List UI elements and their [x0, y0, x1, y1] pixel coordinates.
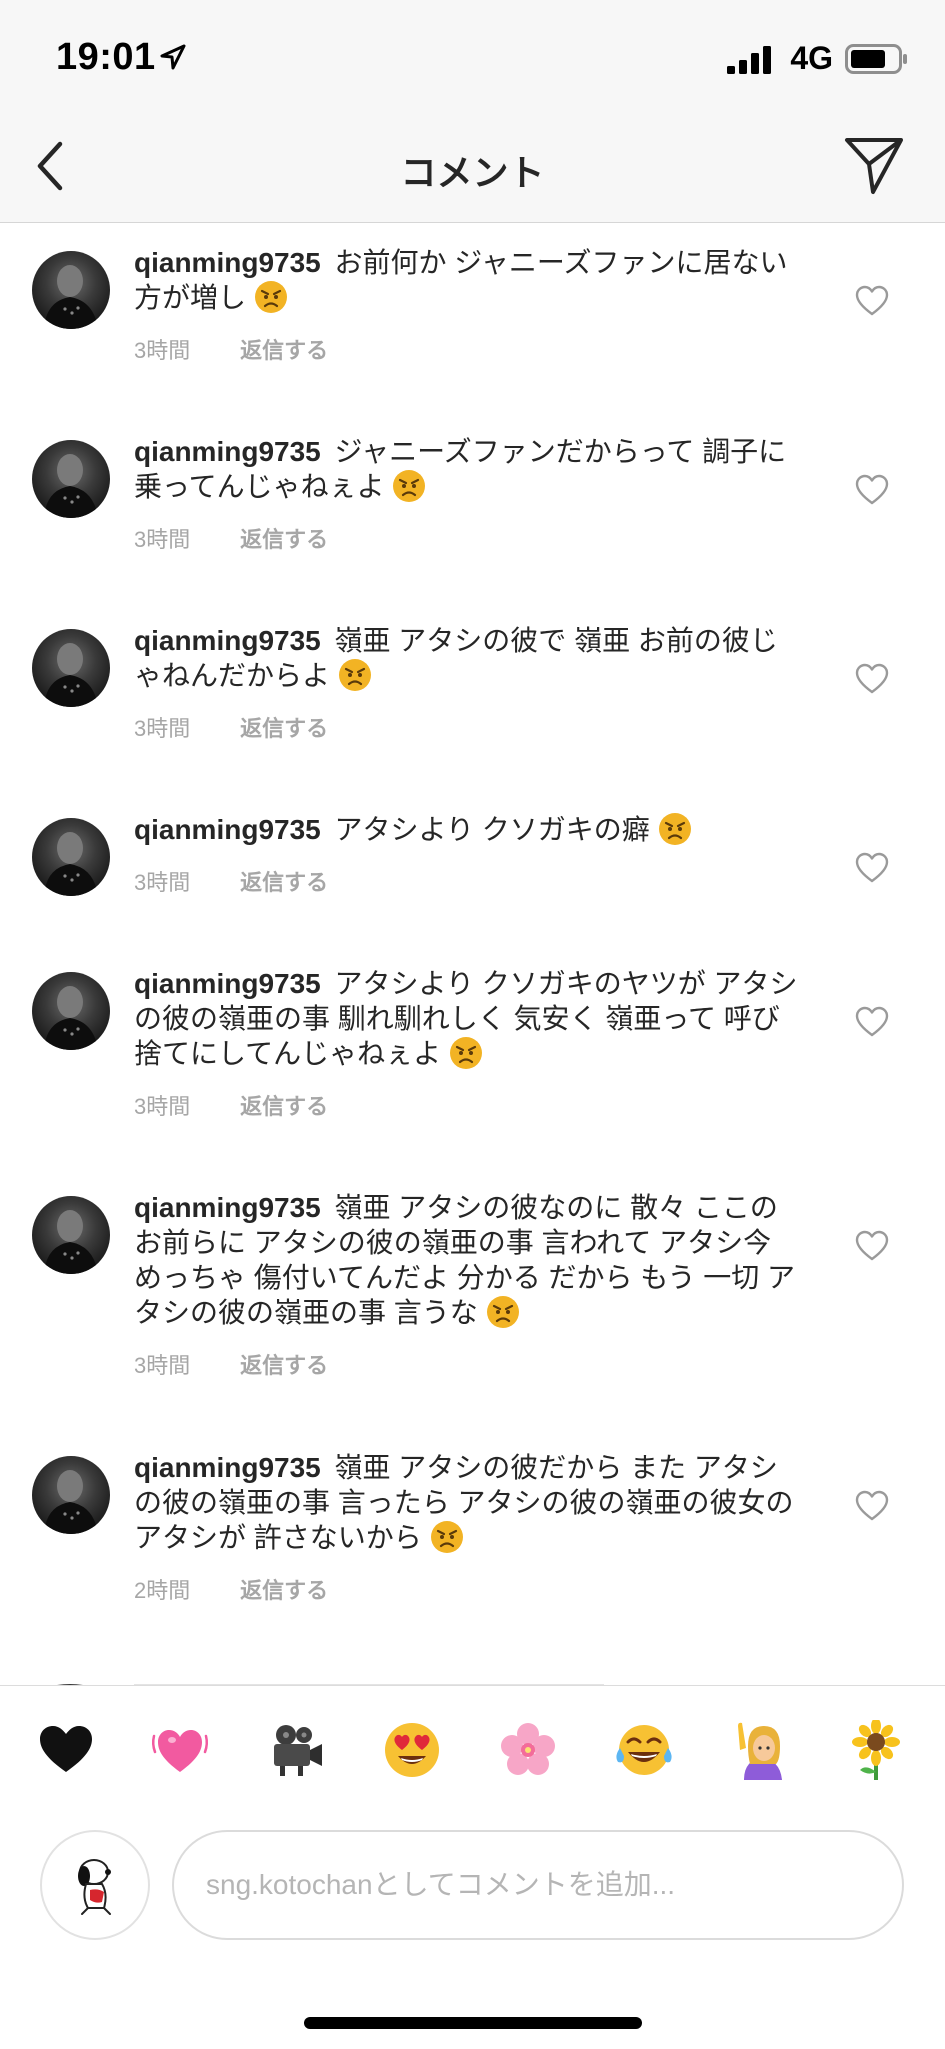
status-bar: 19:01 4G: [0, 0, 945, 110]
heart-outline-icon[interactable]: [855, 285, 889, 317]
comment-meta: 2時間 返信する: [134, 1573, 804, 1603]
comment-username[interactable]: qianming9735: [134, 1452, 321, 1483]
growing-heart-icon[interactable]: [150, 1720, 210, 1780]
angry-face-icon: [430, 1521, 463, 1553]
comment-timestamp: 2時間: [134, 1578, 191, 1603]
comment-body: qianming9735 嶺亜 アタシの彼で 嶺亜 お前の彼じゃねんだからよ 3…: [134, 623, 804, 741]
heart-outline-icon[interactable]: [855, 1490, 889, 1522]
cellular-signal-icon: [727, 46, 771, 74]
comment-username[interactable]: qianming9735: [134, 247, 321, 278]
comment-body: qianming9735 アタシより クソガキのヤツが アタシの彼の嶺亜の事 馴…: [134, 966, 804, 1119]
location-arrow-icon: [160, 44, 186, 70]
angry-face-icon: [393, 470, 426, 502]
bottom-composer-area: [0, 1685, 945, 2049]
my-avatar[interactable]: [40, 1830, 150, 1940]
comment-list: qianming9735 お前何か ジャニーズファンに居ない方が増し 3時間 返…: [0, 223, 945, 1685]
angry-face-icon: [658, 813, 691, 845]
commenter-avatar[interactable]: [32, 251, 110, 329]
comment-username[interactable]: qianming9735: [134, 625, 321, 656]
angry-face-icon: [338, 659, 371, 691]
comment-username[interactable]: qianming9735: [134, 1192, 321, 1223]
comment-meta: 3時間 返信する: [134, 333, 804, 363]
comment-text-block: qianming9735 お前何か ジャニーズファンに居ない方が増し: [134, 245, 804, 315]
heart-eyes-icon[interactable]: [382, 1720, 442, 1780]
comment-timestamp: 3時間: [134, 338, 191, 363]
angry-face-icon: [449, 1037, 482, 1069]
comment-meta: 3時間 返信する: [134, 711, 804, 741]
comment-username[interactable]: qianming9735: [134, 814, 321, 845]
reply-button[interactable]: 返信する: [240, 522, 328, 554]
commenter-avatar[interactable]: [32, 1456, 110, 1534]
comment-text-block: qianming9735 嶺亜 アタシの彼だから また アタシの彼の嶺亜の事 言…: [134, 1450, 804, 1555]
heart-outline-icon[interactable]: [855, 1006, 889, 1038]
comment-username[interactable]: qianming9735: [134, 436, 321, 467]
reply-button[interactable]: 返信する: [240, 333, 328, 365]
network-type: 4G: [790, 40, 833, 76]
comment-text-block: qianming9735 嶺亜 アタシの彼で 嶺亜 お前の彼じゃねんだからよ: [134, 623, 804, 693]
comment-timestamp: 3時間: [134, 1353, 191, 1378]
comment-composer: [0, 1830, 945, 1942]
reply-button[interactable]: 返信する: [240, 865, 328, 897]
comment-body: qianming9735 嶺亜 アタシの彼なのに 散々 ここの お前らに アタシ…: [134, 1190, 804, 1378]
reply-button[interactable]: 返信する: [240, 1089, 328, 1121]
heart-outline-icon[interactable]: [855, 663, 889, 695]
quick-emoji-bar: [0, 1720, 945, 1800]
comment-timestamp: 3時間: [134, 870, 191, 895]
comment-body: qianming9735 アタシより クソガキの癖 3時間 返信する: [134, 812, 804, 895]
reply-button[interactable]: 返信する: [240, 1348, 328, 1380]
angry-face-icon: [486, 1296, 519, 1328]
person-raising-hand-icon[interactable]: [730, 1720, 790, 1780]
comment-text-block: qianming9735 アタシより クソガキの癖: [134, 812, 804, 847]
comment-text-block: qianming9735 ジャニーズファンだからって 調子に乗ってんじゃねぇよ: [134, 434, 804, 504]
black-heart-icon[interactable]: [36, 1720, 96, 1780]
reply-button[interactable]: 返信する: [240, 1573, 328, 1605]
comment-text-block: qianming9735 アタシより クソガキのヤツが アタシの彼の嶺亜の事 馴…: [134, 966, 804, 1071]
heart-outline-icon[interactable]: [855, 474, 889, 506]
page-title: コメント: [400, 152, 545, 193]
comment-input[interactable]: [172, 1830, 904, 1940]
direct-send-icon[interactable]: [843, 134, 905, 196]
commenter-avatar[interactable]: [32, 972, 110, 1050]
home-indicator[interactable]: [304, 2017, 642, 2029]
comment-text-block: qianming9735 嶺亜 アタシの彼なのに 散々 ここの お前らに アタシ…: [134, 1190, 804, 1330]
snoopy-avatar-icon: [78, 1859, 111, 1915]
sunflower-icon[interactable]: [846, 1720, 906, 1780]
status-time: 19:01: [56, 36, 156, 78]
comment-timestamp: 3時間: [134, 716, 191, 741]
comment-timestamp: 3時間: [134, 1094, 191, 1119]
comment-body: qianming9735 ジャニーズファンだからって 調子に乗ってんじゃねぇよ …: [134, 434, 804, 552]
tears-of-joy-icon[interactable]: [614, 1720, 674, 1780]
comment-meta: 3時間 返信する: [134, 865, 804, 895]
reply-button[interactable]: 返信する: [240, 711, 328, 743]
commenter-avatar[interactable]: [32, 818, 110, 896]
heart-outline-icon[interactable]: [855, 1230, 889, 1262]
header-bar: コメント: [0, 110, 945, 223]
heart-outline-icon[interactable]: [855, 852, 889, 884]
commenter-avatar[interactable]: [32, 440, 110, 518]
comment-text: アタシより クソガキの癖: [334, 814, 650, 845]
comment-timestamp: 3時間: [134, 527, 191, 552]
cherry-blossom-icon[interactable]: [498, 1720, 558, 1780]
comment-username[interactable]: qianming9735: [134, 968, 321, 999]
comment-meta: 3時間 返信する: [134, 522, 804, 552]
partial-comment-row: [57, 1684, 604, 1685]
commenter-avatar[interactable]: [32, 1196, 110, 1274]
battery-icon: [845, 44, 907, 74]
angry-face-icon: [254, 281, 287, 313]
movie-camera-icon[interactable]: [266, 1720, 326, 1780]
comment-body: qianming9735 お前何か ジャニーズファンに居ない方が増し 3時間 返…: [134, 245, 804, 363]
commenter-avatar[interactable]: [32, 629, 110, 707]
comment-body: qianming9735 嶺亜 アタシの彼だから また アタシの彼の嶺亜の事 言…: [134, 1450, 804, 1603]
comment-meta: 3時間 返信する: [134, 1089, 804, 1119]
comment-meta: 3時間 返信する: [134, 1348, 804, 1378]
